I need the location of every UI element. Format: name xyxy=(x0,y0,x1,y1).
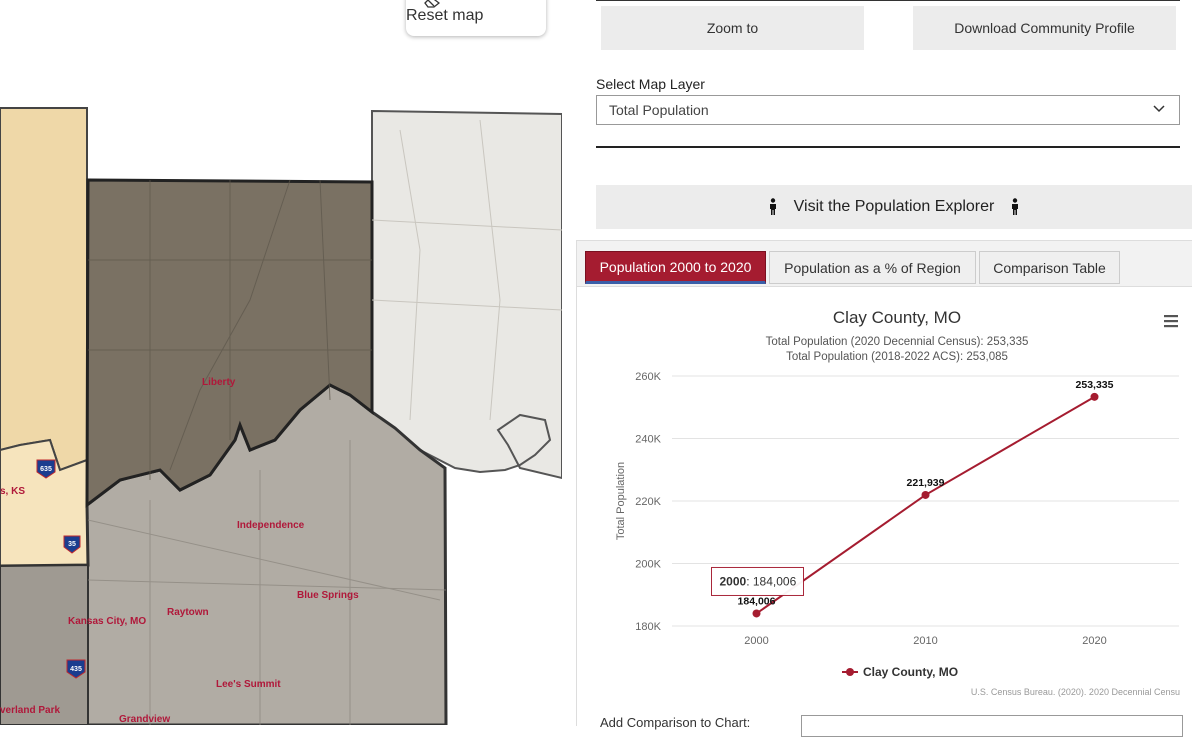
download-profile-label: Download Community Profile xyxy=(954,20,1135,36)
divider xyxy=(596,146,1180,148)
chart-tabs: Population 2000 to 2020 Population as a … xyxy=(577,241,1192,287)
tooltip-text: 2000: 184,006 xyxy=(720,574,797,588)
reset-map-label: Reset map xyxy=(406,7,484,24)
tab-population-percent-region[interactable]: Population as a % of Region xyxy=(769,251,976,284)
person-icon xyxy=(1012,198,1019,215)
place-label-overland-park: verland Park xyxy=(0,705,60,716)
y-tick-label: 180K xyxy=(635,621,661,633)
chart-tooltip: 2000: 184,006 xyxy=(711,566,804,596)
comparison-label: Add Comparison to Chart: xyxy=(600,715,751,730)
y-tick-label: 260K xyxy=(635,371,661,383)
data-point[interactable] xyxy=(921,490,930,499)
legend-item-clay-county: Clay County, MO xyxy=(863,665,958,679)
place-label-kansas-city-ks: s, KS xyxy=(0,486,25,497)
y-tick-label: 240K xyxy=(635,434,661,446)
zoom-to-label: Zoom to xyxy=(706,20,759,36)
map-layer-value: Total Population xyxy=(609,102,709,118)
place-label-kansas-city: Kansas City, MO xyxy=(68,616,146,627)
reset-map-button[interactable]: Reset map xyxy=(406,0,546,36)
y-tick-label: 220K xyxy=(635,496,661,508)
x-tick-label: 2010 xyxy=(913,635,937,647)
data-point[interactable] xyxy=(1090,392,1099,401)
chart-title: Clay County, MO xyxy=(833,308,961,327)
place-label-lees-summit: Lee's Summit xyxy=(216,679,281,690)
legend[interactable]: Clay County, MO xyxy=(842,665,958,679)
chart-subtitle-acs: Total Population (2018-2022 ACS): 253,08… xyxy=(786,351,1008,363)
series-line xyxy=(755,395,1096,615)
y-axis-title: Total Population xyxy=(615,462,627,540)
place-label-blue-springs: Blue Springs xyxy=(297,590,359,601)
platte-county-region[interactable] xyxy=(0,107,88,472)
x-tick-label: 2000 xyxy=(744,635,768,647)
hamburger-menu-icon[interactable] xyxy=(1163,314,1179,328)
svg-text:635: 635 xyxy=(40,466,52,473)
side-panel: Zoom to Download Community Profile Selec… xyxy=(576,0,1192,737)
map-layer-select[interactable]: Total Population xyxy=(596,95,1180,125)
place-label-grandview: Grandview xyxy=(119,714,170,725)
download-profile-button[interactable]: Download Community Profile xyxy=(913,6,1176,50)
tab-label: Population as a % of Region xyxy=(784,259,961,276)
y-tick-label: 200K xyxy=(635,559,661,571)
chart-credit[interactable]: U.S. Census Bureau. (2020). 2020 Decenni… xyxy=(971,687,1180,697)
tab-label: Population 2000 to 2020 xyxy=(599,258,752,275)
person-icon xyxy=(769,198,776,215)
data-label: 253,335 xyxy=(1076,379,1114,391)
divider xyxy=(596,0,1180,1)
map-view[interactable]: Liberty Independence Blue Springs Raytow… xyxy=(0,0,562,725)
population-explorer-button[interactable]: Visit the Population Explorer xyxy=(596,185,1192,229)
eraser-icon xyxy=(424,0,440,8)
place-label-raytown: Raytown xyxy=(167,607,209,618)
tab-label: Comparison Table xyxy=(993,259,1106,276)
ray-county-region[interactable] xyxy=(371,109,562,480)
chevron-down-icon xyxy=(1153,105,1165,113)
place-label-liberty: Liberty xyxy=(202,377,236,388)
chart-subtitle-decennial: Total Population (2020 Decennial Census)… xyxy=(766,336,1029,348)
population-line-chart: Clay County, MO Total Population (2020 D… xyxy=(615,308,1180,697)
x-tick-label: 2020 xyxy=(1082,635,1106,647)
chart-panel: Population 2000 to 2020 Population as a … xyxy=(576,240,1192,726)
layer-select-label: Select Map Layer xyxy=(596,76,705,92)
data-point[interactable] xyxy=(752,609,761,618)
tab-population-2000-2020[interactable]: Population 2000 to 2020 xyxy=(585,251,766,284)
zoom-to-button[interactable]: Zoom to xyxy=(601,6,864,50)
svg-text:435: 435 xyxy=(70,666,82,673)
data-label: 184,006 xyxy=(738,595,776,607)
place-label-independence: Independence xyxy=(237,520,305,531)
data-label: 221,939 xyxy=(907,477,945,489)
tab-comparison-table[interactable]: Comparison Table xyxy=(979,251,1120,284)
legend-marker xyxy=(846,668,854,676)
svg-text:35: 35 xyxy=(68,541,76,548)
population-explorer-label: Visit the Population Explorer xyxy=(793,198,995,215)
comparison-select[interactable] xyxy=(801,715,1183,737)
johnson-county-region[interactable] xyxy=(0,563,89,725)
map-canvas[interactable]: Liberty Independence Blue Springs Raytow… xyxy=(0,0,562,725)
